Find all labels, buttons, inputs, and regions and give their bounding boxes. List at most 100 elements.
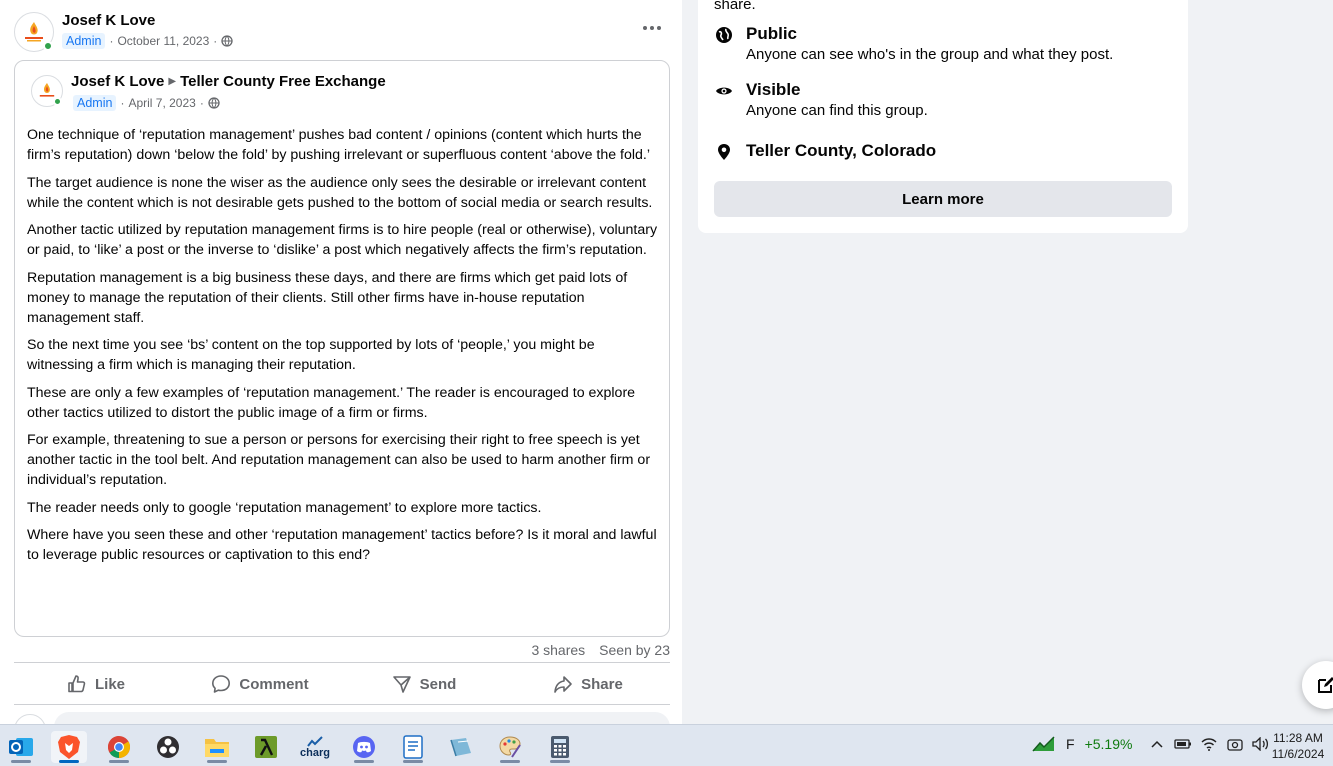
share-button[interactable]: Share <box>506 664 670 704</box>
notepad-taskbar-button[interactable] <box>395 731 431 763</box>
shared-author-name[interactable]: Josef K Love <box>71 73 164 90</box>
paint-icon <box>499 736 521 758</box>
windows-taskbar: charg F +5.19% 11:28 AM 11/6/2024 <box>0 724 1333 766</box>
post-date[interactable]: October 11, 2023 <box>117 34 209 48</box>
notebook-app-taskbar-button[interactable] <box>443 731 479 763</box>
meta-separator: · <box>109 34 114 48</box>
charg-app-label: charg <box>300 746 330 759</box>
stock-widget[interactable]: F +5.19% <box>1032 735 1132 753</box>
post-actions: Like Comment Send Share <box>14 664 670 704</box>
post-card: Josef K Love Admin · October 11, 2023 · … <box>0 0 682 746</box>
learn-more-button[interactable]: Learn more <box>714 181 1172 217</box>
send-icon <box>392 676 411 693</box>
lambda-app-taskbar-button[interactable] <box>248 731 284 763</box>
about-description-tail: share. <box>714 0 756 13</box>
shared-post-header: Josef K Love ▶ Teller County Free Exchan… <box>71 73 386 90</box>
privacy-description: Anyone can see who's in the group and wh… <box>746 46 1114 63</box>
obs-icon <box>157 736 179 758</box>
shared-post-meta: Admin · April 7, 2023 · <box>73 95 220 111</box>
share-label: Share <box>581 675 623 693</box>
clock-time: 11:28 AM <box>1273 731 1323 745</box>
post-paragraph: Where have you seen these and other ‘rep… <box>27 527 657 563</box>
group-about-card: share. Public Anyone can see who's in th… <box>698 0 1188 233</box>
calculator-icon <box>551 736 569 758</box>
post-stats: 3 shares Seen by 23 <box>531 642 670 658</box>
post-paragraph: One technique of ‘reputation management’… <box>27 127 651 163</box>
send-button[interactable]: Send <box>342 664 506 704</box>
discord-taskbar-button[interactable] <box>346 731 382 763</box>
stock-trend-icon <box>1032 736 1055 752</box>
dot-icon <box>643 26 647 30</box>
file-explorer-taskbar-button[interactable] <box>199 731 235 763</box>
online-status-dot <box>53 97 62 106</box>
wifi-icon[interactable] <box>1200 735 1218 753</box>
running-indicator <box>11 760 31 763</box>
meta-separator: · <box>120 96 125 110</box>
visibility-row: Visible Anyone can find this group. <box>714 80 928 119</box>
meta-separator: · <box>213 34 218 48</box>
charg-app-taskbar-button[interactable]: charg <box>297 731 333 763</box>
comment-button[interactable]: Comment <box>178 664 342 704</box>
chrome-taskbar-button[interactable] <box>101 731 137 763</box>
more-options-button[interactable] <box>636 16 668 40</box>
share-count[interactable]: 3 shares <box>531 642 585 658</box>
caret-right-icon: ▶ <box>168 76 177 87</box>
chevron-up-icon[interactable] <box>1148 735 1166 753</box>
stock-change: +5.19% <box>1084 736 1133 752</box>
outlook-taskbar-button[interactable] <box>3 731 39 763</box>
system-clock[interactable]: 11:28 AM 11/6/2024 <box>1266 730 1330 762</box>
post-paragraph: The reader needs only to google ‘reputat… <box>27 499 542 516</box>
divider <box>14 662 670 663</box>
running-indicator <box>59 760 79 763</box>
send-label: Send <box>419 675 457 693</box>
location-row: Teller County, Colorado <box>714 141 936 162</box>
shared-post[interactable]: Josef K Love ▶ Teller County Free Exchan… <box>14 60 670 637</box>
lambda-app-icon <box>255 736 277 758</box>
stock-ticker: F <box>1066 736 1075 752</box>
running-indicator <box>500 760 520 763</box>
visibility-title: Visible <box>746 80 801 99</box>
thumbs-up-icon <box>68 675 86 693</box>
comment-label: Comment <box>239 675 309 693</box>
admin-badge[interactable]: Admin <box>73 95 117 111</box>
visibility-description: Anyone can find this group. <box>746 102 928 119</box>
compose-icon <box>1318 677 1333 693</box>
calculator-taskbar-button[interactable] <box>542 731 578 763</box>
outlook-icon <box>9 738 33 756</box>
like-button[interactable]: Like <box>14 664 178 704</box>
post-author-name[interactable]: Josef K Love <box>62 12 155 29</box>
group-name-link[interactable]: Teller County Free Exchange <box>180 73 386 90</box>
online-status-dot <box>43 41 53 51</box>
location-text[interactable]: Teller County, Colorado <box>746 141 936 162</box>
obs-taskbar-button[interactable] <box>150 731 186 763</box>
post-paragraph: Reputation management is a big business … <box>27 269 628 326</box>
paint-taskbar-button[interactable] <box>492 731 528 763</box>
seen-count[interactable]: Seen by 23 <box>599 642 670 658</box>
chrome-icon <box>108 736 130 758</box>
post-paragraph: These are only a few examples of ‘reputa… <box>27 384 636 421</box>
system-tray <box>1148 735 1270 753</box>
new-message-button[interactable] <box>1302 661 1333 709</box>
running-indicator <box>207 760 227 763</box>
post-paragraph: So the next time you see ‘bs’ content on… <box>27 337 595 373</box>
admin-badge[interactable]: Admin <box>62 33 106 49</box>
globe-icon <box>716 27 732 43</box>
battery-icon[interactable] <box>1174 735 1192 753</box>
location-pin-icon <box>718 144 730 160</box>
eye-icon <box>716 87 732 95</box>
running-indicator <box>403 760 423 763</box>
meta-separator: · <box>199 96 204 110</box>
brave-taskbar-button[interactable] <box>51 731 87 763</box>
globe-icon <box>208 97 220 109</box>
comment-bubble-icon <box>212 675 231 693</box>
post-paragraph: For example, threatening to sue a person… <box>27 432 651 488</box>
file-explorer-icon <box>205 739 229 757</box>
post-paragraph: The target audience is none the wiser as… <box>27 174 653 211</box>
notepad-icon <box>403 735 423 759</box>
clock-date: 11/6/2024 <box>1271 747 1325 761</box>
running-indicator <box>550 760 570 763</box>
camera-icon[interactable] <box>1226 735 1244 753</box>
divider <box>14 704 670 705</box>
shared-post-date[interactable]: April 7, 2023 <box>128 96 195 110</box>
privacy-row: Public Anyone can see who's in the group… <box>714 24 1113 63</box>
